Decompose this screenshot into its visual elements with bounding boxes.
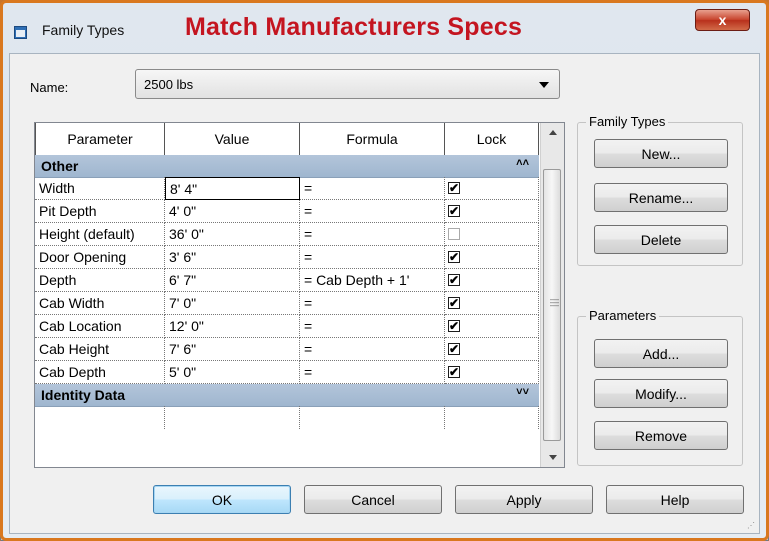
new-type-button[interactable]: New... bbox=[594, 139, 728, 168]
parameter-name-cell: Door Opening bbox=[35, 246, 165, 269]
parameter-name-cell: Cab Depth bbox=[35, 361, 165, 384]
table-row: Height (default) 36' 0" = bbox=[35, 223, 539, 246]
lock-checkbox[interactable] bbox=[448, 228, 460, 240]
lock-checkbox[interactable]: ✔ bbox=[448, 251, 460, 263]
help-button[interactable]: Help bbox=[606, 485, 744, 514]
column-header-lock[interactable]: Lock bbox=[445, 123, 539, 155]
remove-parameter-button[interactable]: Remove bbox=[594, 421, 728, 450]
column-header-parameter[interactable]: Parameter bbox=[35, 123, 165, 155]
dialog-window: Family Types Match Manufacturers Specs x… bbox=[0, 0, 769, 541]
value-cell[interactable]: 36' 0" bbox=[165, 223, 300, 246]
value-cell[interactable]: 7' 6" bbox=[165, 338, 300, 361]
cancel-button[interactable]: Cancel bbox=[304, 485, 442, 514]
table-row: Pit Depth 4' 0" = ✔ bbox=[35, 200, 539, 223]
dialog-client-area: Name: 2500 lbs Parameter Value Formula L… bbox=[9, 53, 760, 534]
table-row: Cab Height 7' 6" = ✔ bbox=[35, 338, 539, 361]
parameter-name-cell: Cab Width bbox=[35, 292, 165, 315]
parameter-name-cell: Cab Height bbox=[35, 338, 165, 361]
formula-cell[interactable]: = bbox=[300, 361, 445, 384]
collapse-chevron-icon[interactable]: ˄˄ bbox=[516, 157, 529, 169]
lock-checkbox[interactable]: ✔ bbox=[448, 320, 460, 332]
rename-type-button[interactable]: Rename... bbox=[594, 183, 728, 212]
group-header-label: Identity Data bbox=[41, 387, 126, 403]
formula-cell[interactable]: = bbox=[300, 200, 445, 223]
formula-cell[interactable]: = bbox=[300, 338, 445, 361]
name-dropdown-value: 2500 lbs bbox=[144, 77, 194, 92]
value-cell[interactable]: 12' 0" bbox=[165, 315, 300, 338]
empty-row bbox=[35, 406, 539, 429]
parameter-name-cell: Width bbox=[35, 177, 165, 200]
table-row: Cab Location 12' 0" = ✔ bbox=[35, 315, 539, 338]
scroll-down-button[interactable] bbox=[541, 449, 564, 467]
value-cell[interactable]: 6' 7" bbox=[165, 269, 300, 292]
column-header-value[interactable]: Value bbox=[165, 123, 300, 155]
parameter-name-cell: Depth bbox=[35, 269, 165, 292]
table-row: Door Opening 3' 6" = ✔ bbox=[35, 246, 539, 269]
formula-cell[interactable]: = bbox=[300, 223, 445, 246]
arrow-up-icon bbox=[549, 130, 557, 135]
group-header-row[interactable]: Identity Data ˅˅ bbox=[35, 384, 539, 407]
grid-header: Parameter Value Formula Lock bbox=[35, 123, 539, 156]
formula-cell[interactable]: = bbox=[300, 246, 445, 269]
ok-button[interactable]: OK bbox=[153, 485, 291, 514]
scrollbar-thumb[interactable]: — — — bbox=[543, 169, 561, 441]
arrow-down-icon bbox=[549, 455, 557, 460]
table-row: Depth 6' 7" = Cab Depth + 1' ✔ bbox=[35, 269, 539, 292]
apply-button[interactable]: Apply bbox=[455, 485, 593, 514]
formula-cell[interactable]: = bbox=[300, 177, 445, 200]
group-header-row[interactable]: Other ˄˄ bbox=[35, 155, 539, 178]
column-header-formula[interactable]: Formula bbox=[300, 123, 445, 155]
add-parameter-button[interactable]: Add... bbox=[594, 339, 728, 368]
lock-checkbox[interactable]: ✔ bbox=[448, 366, 460, 378]
grid-vertical-scrollbar[interactable]: — — — bbox=[540, 123, 564, 467]
title-bar[interactable]: Family Types Match Manufacturers Specs x bbox=[4, 4, 765, 54]
formula-cell[interactable]: = bbox=[300, 315, 445, 338]
resize-grip-icon[interactable]: ⋰ bbox=[747, 521, 755, 530]
table-row: Width 8' 4" = ✔ bbox=[35, 177, 539, 200]
formula-cell[interactable]: = Cab Depth + 1' bbox=[300, 269, 445, 292]
close-icon: x bbox=[718, 12, 727, 28]
table-row: Cab Depth 5' 0" = ✔ bbox=[35, 361, 539, 384]
empty-cell bbox=[300, 406, 445, 429]
value-cell[interactable]: 8' 4" bbox=[165, 177, 300, 200]
lock-checkbox[interactable]: ✔ bbox=[448, 274, 460, 286]
close-button[interactable]: x bbox=[695, 9, 750, 31]
group-header-label: Other bbox=[41, 158, 79, 174]
table-row: Cab Width 7' 0" = ✔ bbox=[35, 292, 539, 315]
value-cell[interactable]: 7' 0" bbox=[165, 292, 300, 315]
value-cell[interactable]: 4' 0" bbox=[165, 200, 300, 223]
name-label: Name: bbox=[30, 80, 69, 95]
family-types-group-title: Family Types bbox=[586, 114, 669, 129]
value-cell[interactable]: 3' 6" bbox=[165, 246, 300, 269]
window-title: Family Types bbox=[42, 22, 125, 38]
annotation-caption: Match Manufacturers Specs bbox=[185, 13, 523, 41]
formula-cell[interactable]: = bbox=[300, 292, 445, 315]
parameter-name-cell: Cab Location bbox=[35, 315, 165, 338]
lock-checkbox[interactable]: ✔ bbox=[448, 343, 460, 355]
parameter-name-cell: Pit Depth bbox=[35, 200, 165, 223]
lock-checkbox[interactable]: ✔ bbox=[448, 297, 460, 309]
parameter-name-cell: Height (default) bbox=[35, 223, 165, 246]
value-cell[interactable]: 5' 0" bbox=[165, 361, 300, 384]
empty-cell bbox=[445, 406, 539, 429]
modify-parameter-button[interactable]: Modify... bbox=[594, 379, 728, 408]
grip-icon: — — — bbox=[550, 294, 559, 310]
chevron-down-icon[interactable] bbox=[539, 82, 549, 88]
delete-type-button[interactable]: Delete bbox=[594, 225, 728, 254]
lock-checkbox[interactable]: ✔ bbox=[448, 182, 460, 194]
family-types-app-icon bbox=[14, 26, 27, 39]
name-dropdown[interactable]: 2500 lbs bbox=[135, 69, 560, 99]
parameters-group-title: Parameters bbox=[586, 308, 660, 323]
empty-cell bbox=[165, 406, 300, 429]
empty-cell bbox=[35, 406, 165, 429]
collapse-chevron-icon[interactable]: ˅˅ bbox=[516, 386, 529, 398]
scroll-up-button[interactable] bbox=[541, 123, 564, 141]
parameters-grid[interactable]: Parameter Value Formula Lock Other ˄˄ Widt… bbox=[34, 122, 565, 468]
lock-checkbox[interactable]: ✔ bbox=[448, 205, 460, 217]
